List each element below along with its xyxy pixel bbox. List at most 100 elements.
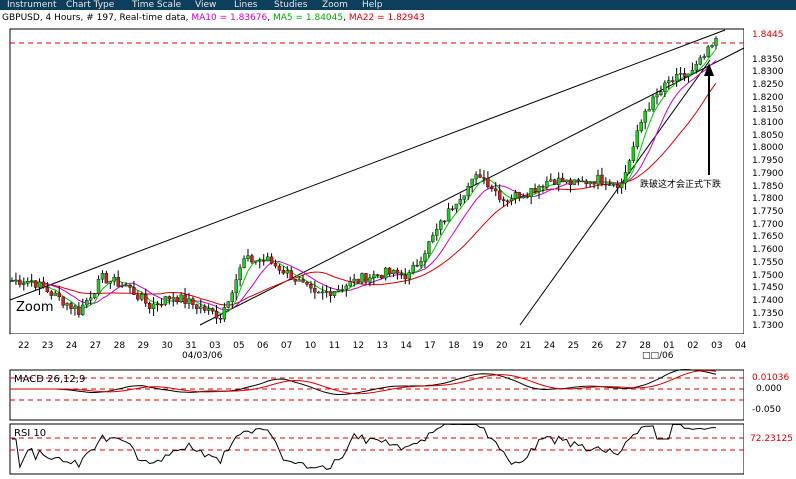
candle-body: [317, 291, 321, 294]
date-tick-label: 26: [591, 341, 604, 351]
candle-body: [623, 172, 628, 184]
candle-body: [57, 292, 61, 298]
menu-view[interactable]: View: [195, 0, 216, 10]
candle-body: [497, 190, 502, 200]
date-tick-label: 06: [257, 341, 269, 351]
candle-body: [423, 253, 427, 262]
candle-body: [128, 284, 132, 288]
candle-body: [356, 278, 360, 283]
candle-body: [568, 179, 573, 186]
candle-body: [372, 274, 376, 279]
candle-body: [627, 160, 632, 173]
price-tick-label: 1.7900: [752, 168, 784, 179]
ma10-label: MA10 = 1.83676: [191, 13, 268, 23]
menu-instrument[interactable]: Instrument: [7, 0, 57, 10]
price-tick-label: 1.8300: [752, 67, 784, 78]
date-tick-label: 05: [233, 341, 245, 351]
candle-body: [49, 291, 54, 296]
candle-body: [336, 289, 341, 292]
candle-body: [77, 306, 81, 315]
candle-body: [100, 273, 105, 280]
ma22-label: MA22 = 1.82943: [348, 13, 425, 23]
menu-studies[interactable]: Studies: [274, 0, 307, 10]
price-tick-label: 1.7850: [752, 181, 784, 192]
candle-body: [482, 177, 486, 179]
date-tick-label: 20: [496, 341, 508, 351]
date-tick-label: 18: [448, 341, 460, 351]
candle-body: [26, 281, 30, 284]
candle-body: [132, 287, 136, 295]
candle-body: [588, 181, 592, 185]
date-tick-label: 19: [472, 341, 484, 351]
candle-body: [340, 289, 345, 291]
candle-body: [592, 181, 596, 185]
candle-body: [140, 294, 144, 300]
candle-body: [73, 306, 77, 309]
menu-help[interactable]: Help: [362, 0, 383, 10]
price-tick-label: 1.8000: [752, 143, 784, 154]
candle-body: [379, 275, 384, 279]
candle-body: [466, 186, 470, 196]
price-tick-label: 1.7600: [752, 245, 784, 256]
candle-body: [265, 256, 270, 262]
candle-body: [545, 181, 549, 188]
candle-body: [250, 255, 254, 263]
price-tick-label: 1.7650: [752, 232, 784, 243]
candle-body: [313, 287, 317, 293]
candle-body: [92, 293, 97, 299]
candle-body: [710, 45, 714, 48]
candle-body: [277, 265, 282, 271]
candle-body: [615, 184, 620, 189]
candle-body: [458, 199, 463, 205]
zoom-label[interactable]: Zoom: [16, 300, 53, 315]
candle-body: [41, 281, 46, 288]
date-tick-label: 03: [711, 341, 723, 351]
menu-time-scale[interactable]: Time Scale: [132, 0, 181, 10]
candle-body: [509, 198, 514, 201]
date-tick-label: 02: [687, 341, 699, 351]
candle-body: [387, 267, 392, 275]
date-tick-label: 23: [41, 341, 54, 351]
macd-zero-label: 0.000: [756, 384, 782, 394]
candle-body: [501, 199, 506, 201]
price-tick-label: 1.7950: [752, 156, 784, 167]
candle-body: [14, 279, 18, 282]
candle-body: [230, 292, 234, 302]
candle-body: [65, 303, 69, 306]
candle-body: [258, 260, 262, 262]
candle-body: [694, 64, 699, 71]
candle-body: [242, 258, 246, 268]
candle-body: [171, 297, 175, 300]
menu-zoom[interactable]: Zoom: [322, 0, 348, 10]
menu-chart-type[interactable]: Chart Type: [66, 0, 114, 10]
price-tick-label: 1.7500: [752, 270, 784, 281]
candle-body: [643, 110, 647, 123]
candle-body: [332, 291, 337, 296]
candle-body: [541, 186, 545, 188]
interval-label: , 4 Hours: [39, 13, 81, 23]
candle-body: [344, 285, 349, 290]
candle-body: [352, 278, 356, 282]
candle-body: [305, 281, 309, 285]
candle-body: [328, 291, 333, 296]
menu-lines[interactable]: Lines: [234, 0, 257, 10]
candle-body: [124, 284, 128, 287]
candle-body: [45, 287, 50, 292]
candle-body: [226, 301, 231, 308]
candle-body: [521, 196, 525, 199]
candle-body: [33, 280, 38, 288]
candle-body: [427, 241, 431, 254]
date-tick-label: 25: [567, 341, 580, 351]
candle-body: [22, 283, 26, 285]
candle-body: [572, 179, 577, 186]
candle-body: [348, 281, 352, 287]
candle-body: [120, 285, 124, 287]
candle-body: [69, 303, 73, 309]
candle-body: [529, 188, 533, 197]
candle-body: [415, 264, 419, 267]
candle-body: [714, 38, 718, 46]
rsi-title: RSI 10: [14, 428, 47, 439]
chart-header: GBPUSD, 4 Hours, # 197, Real-time data, …: [2, 13, 425, 23]
candle-body: [395, 269, 400, 274]
price-tick-label: 1.7450: [752, 283, 784, 294]
